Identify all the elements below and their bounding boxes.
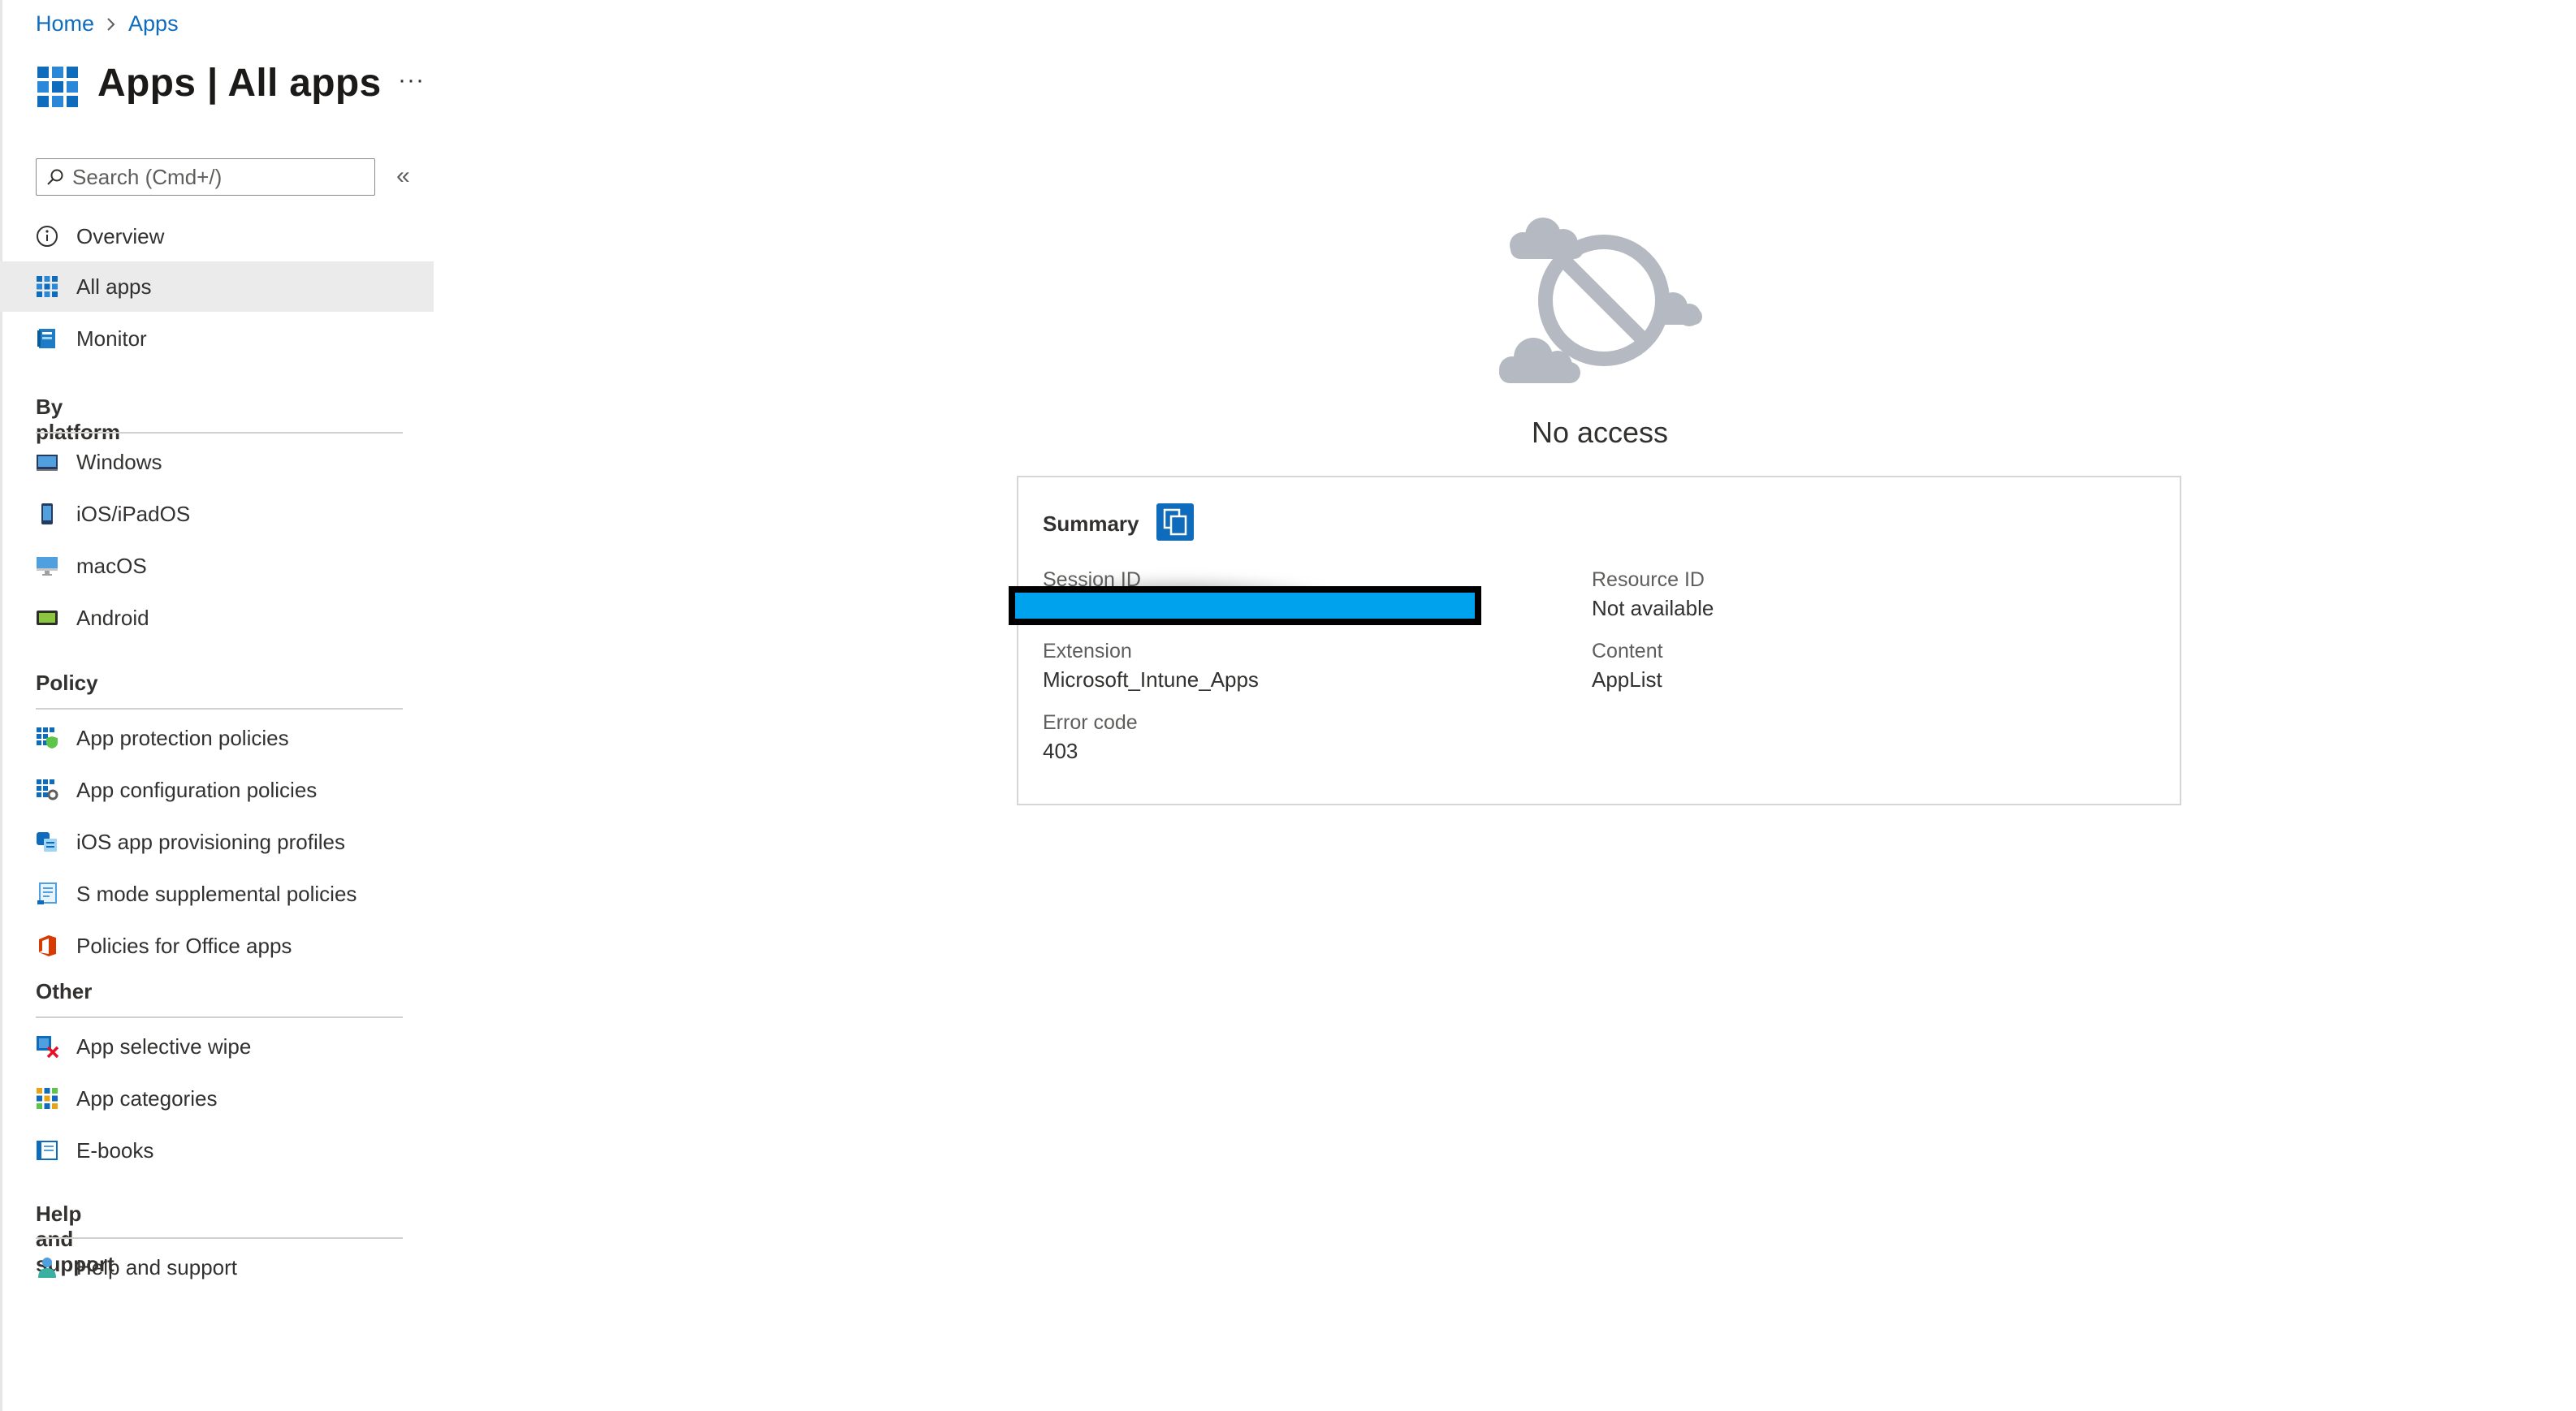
sidebar-item-label: App protection policies (76, 725, 289, 750)
sidebar-item-help-and-support[interactable]: Help and support (0, 1242, 434, 1292)
page-title: Apps | All apps (97, 61, 382, 105)
breadcrumb: Home Apps (36, 11, 179, 37)
sidebar-item-ios-ipados[interactable]: iOS/iPadOS (0, 489, 434, 539)
ios-device-icon (41, 503, 53, 524)
section-divider (36, 432, 403, 434)
app-protection-icon (37, 727, 58, 749)
info-icon (37, 226, 58, 247)
provisioning-profile-icon (37, 832, 57, 852)
sidebar-item-app-selective-wipe[interactable]: App selective wipe (0, 1021, 434, 1072)
sidebar-item-label: E-books (76, 1137, 154, 1163)
breadcrumb-home-link[interactable]: Home (36, 11, 94, 37)
page-header: Apps | All apps (36, 57, 382, 109)
macos-display-icon (37, 557, 58, 576)
section-divider (36, 1237, 403, 1239)
office-icon (39, 935, 56, 956)
sidebar-item-overview[interactable]: Overview (0, 211, 434, 261)
more-options-button[interactable]: ··· (398, 67, 425, 94)
section-heading-other: Other (36, 979, 93, 1003)
sidebar-item-app-configuration-policies[interactable]: App configuration policies (0, 765, 434, 815)
sidebar-item-label: App configuration policies (76, 777, 318, 802)
help-person-icon (38, 1258, 56, 1278)
monitor-book-icon (37, 329, 55, 348)
search-box (36, 158, 375, 196)
s-mode-policy-icon (37, 882, 57, 904)
section-divider (36, 1016, 403, 1018)
sidebar-item-ios-app-provisioning-profiles[interactable]: iOS app provisioning profiles (0, 817, 434, 867)
sidebar-item-label: Android (76, 605, 149, 630)
sidebar-item-label: macOS (76, 553, 147, 578)
chevron-right-icon (106, 16, 117, 32)
selective-wipe-icon (37, 1036, 58, 1058)
collapse-menu-button[interactable]: « (396, 162, 410, 190)
sidebar-item-label: All apps (76, 274, 152, 299)
sidebar-item-s-mode-supplemental-policies[interactable]: S mode supplemental policies (0, 869, 434, 919)
sidebar-item-label: iOS/iPadOS (76, 501, 191, 526)
sidebar-item-app-categories[interactable]: App categories (0, 1073, 434, 1124)
ebook-icon (37, 1141, 58, 1160)
sidebar-item-label: Overview (76, 223, 165, 248)
app-categories-icon (37, 1088, 58, 1109)
sidebar-item-policies-for-office-apps[interactable]: Policies for Office apps (0, 921, 434, 971)
sidebar-item-label: Windows (76, 449, 162, 474)
sidebar-item-label: iOS app provisioning profiles (76, 829, 345, 854)
windows-device-icon (37, 455, 58, 471)
summary-title: Summary (1043, 511, 1139, 536)
error-code-label: Error code (1043, 711, 1138, 734)
sidebar-item-label: Monitor (76, 326, 147, 351)
content-value: AppList (1592, 667, 1662, 692)
section-heading-policy: Policy (36, 671, 98, 695)
sidebar-item-monitor[interactable]: Monitor (0, 313, 434, 364)
sidebar-item-label: S mode supplemental policies (76, 881, 357, 906)
resource-id-label: Resource ID (1592, 568, 1705, 591)
extension-label: Extension (1043, 640, 1132, 662)
redaction-bar (1009, 586, 1481, 625)
resource-id-value: Not available (1592, 596, 1714, 620)
sidebar-item-label: Help and support (76, 1254, 238, 1279)
apps-grid-icon (37, 67, 78, 107)
error-code-value: 403 (1043, 739, 1078, 763)
summary-panel: Summary Session ID Resource ID Not avail… (1009, 476, 2181, 805)
sidebar-item-app-protection-policies[interactable]: App protection policies (0, 713, 434, 763)
no-access-message: No access (1531, 416, 1669, 449)
sidebar-item-label: Policies for Office apps (76, 933, 292, 958)
android-device-icon (37, 611, 58, 625)
copy-icon (1163, 508, 1187, 536)
breadcrumb-apps-link[interactable]: Apps (128, 11, 179, 37)
extension-value: Microsoft_Intune_Apps (1043, 667, 1259, 692)
sidebar-item-macos[interactable]: macOS (0, 541, 434, 591)
sidebar-item-e-books[interactable]: E-books (0, 1125, 434, 1176)
sidebar-item-all-apps[interactable]: All apps (0, 261, 434, 312)
sidebar-item-label: App categories (76, 1085, 218, 1111)
sidebar-item-label: App selective wipe (76, 1033, 252, 1059)
sidebar-item-android[interactable]: Android (0, 593, 434, 643)
copy-summary-button[interactable] (1156, 503, 1194, 541)
sidebar-item-windows[interactable]: Windows (0, 437, 434, 487)
apps-grid-icon (37, 276, 58, 297)
section-divider (36, 708, 403, 710)
app-configuration-icon (37, 779, 58, 800)
no-access-cloud-icon (1499, 218, 1702, 383)
search-input[interactable] (71, 163, 366, 191)
search-icon (47, 169, 63, 185)
content-label: Content (1592, 640, 1663, 662)
